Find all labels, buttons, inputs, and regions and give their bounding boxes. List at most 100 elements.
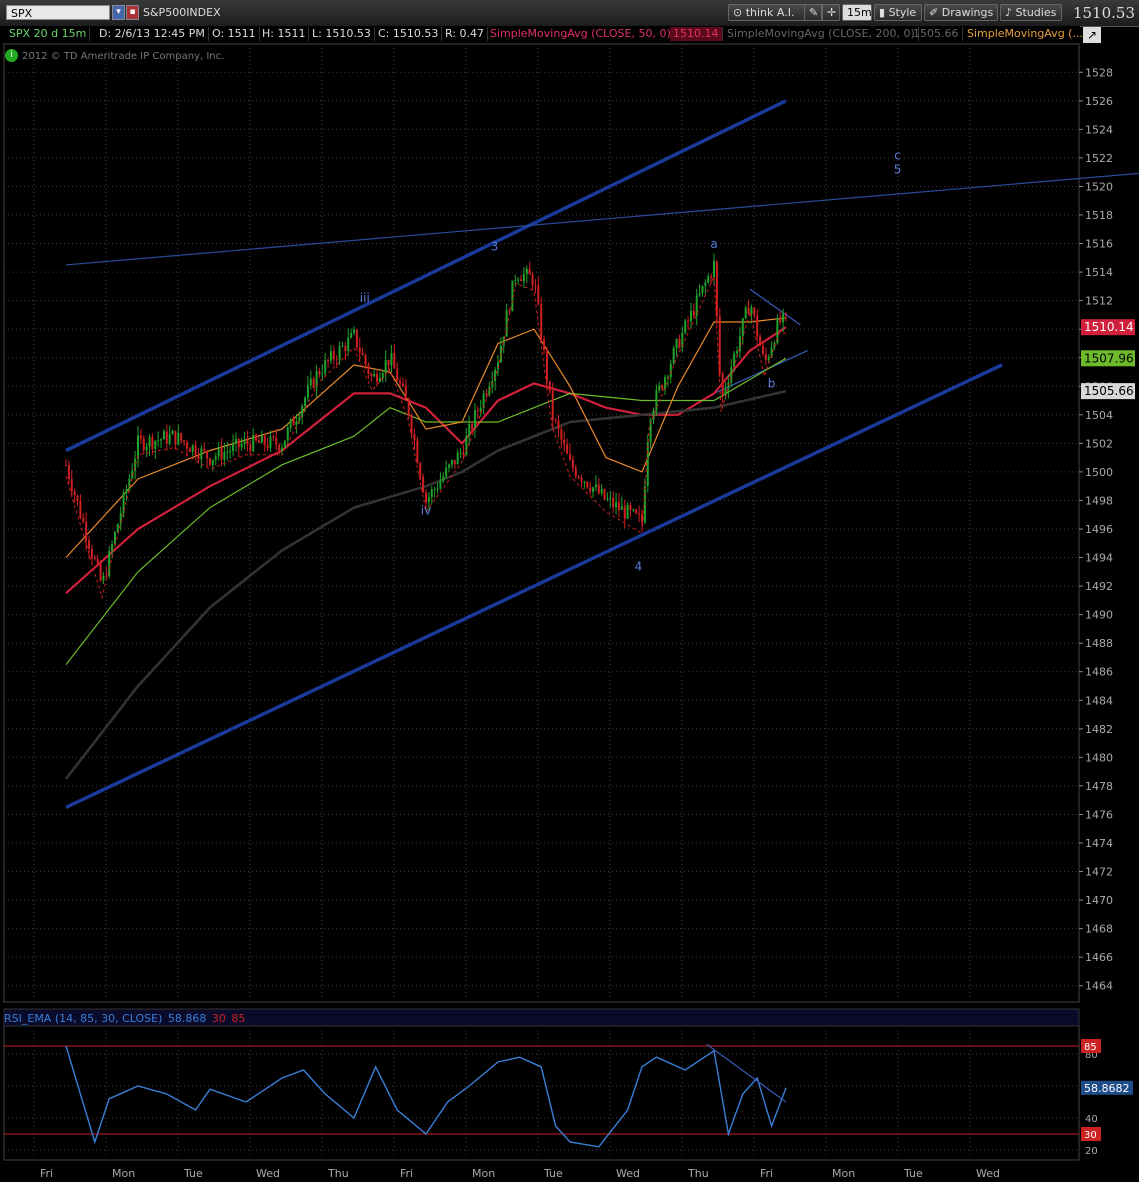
candle-body bbox=[603, 489, 606, 500]
candle-body bbox=[782, 313, 785, 323]
candle-body bbox=[698, 293, 701, 296]
candle-body bbox=[260, 435, 263, 443]
candle-body bbox=[678, 338, 681, 348]
candle-body bbox=[617, 502, 620, 510]
candle-body bbox=[761, 345, 764, 354]
sma-other-label: SimpleMovingAvg (... bbox=[967, 27, 1083, 40]
candle-body bbox=[767, 356, 770, 360]
candle-body bbox=[609, 498, 612, 500]
candle-body bbox=[96, 558, 99, 564]
sma200-label: SimpleMovingAvg (CLOSE, 200, 0) bbox=[724, 27, 919, 41]
rsi-oversold: 30 bbox=[211, 1012, 226, 1025]
candle-body bbox=[759, 336, 762, 346]
candle-body bbox=[174, 430, 177, 445]
candle-body bbox=[232, 443, 235, 452]
candle-body bbox=[459, 452, 462, 454]
candle-body bbox=[534, 284, 537, 286]
candle-body bbox=[448, 464, 451, 468]
candle-body bbox=[511, 280, 514, 312]
candle-body bbox=[522, 274, 525, 282]
price-tick-label: 1502 bbox=[1085, 437, 1113, 450]
candle-body bbox=[306, 385, 309, 398]
price-tick-label: 1478 bbox=[1085, 780, 1113, 793]
symbol-input[interactable]: SPX bbox=[6, 5, 110, 20]
interval-button[interactable]: 15m bbox=[842, 4, 872, 21]
candle-body bbox=[615, 502, 618, 508]
candle-body bbox=[672, 347, 675, 364]
candle-body bbox=[462, 452, 465, 456]
candle-body bbox=[710, 276, 713, 278]
x-tick-label: Wed bbox=[976, 1167, 1000, 1180]
candle-body bbox=[324, 359, 327, 374]
candle-body bbox=[770, 347, 773, 357]
tools-icon[interactable]: ✎ bbox=[804, 4, 822, 21]
symbol-dropdown-icon[interactable]: ▾ bbox=[112, 5, 125, 20]
x-tick-label: Mon bbox=[832, 1167, 855, 1180]
candle-body bbox=[191, 445, 194, 452]
candle-body bbox=[315, 371, 318, 388]
x-tick-label: Wed bbox=[616, 1167, 640, 1180]
price-tick-label: 1494 bbox=[1085, 552, 1113, 565]
candle-body bbox=[145, 446, 148, 451]
candle-body bbox=[476, 410, 479, 412]
candle-body bbox=[79, 500, 82, 518]
candle-body bbox=[508, 310, 511, 312]
drawings-button[interactable]: ✐ Drawings bbox=[924, 4, 998, 21]
candle-body bbox=[569, 453, 571, 460]
candle-body bbox=[750, 307, 753, 314]
candle-body bbox=[99, 563, 102, 581]
candle-body bbox=[255, 434, 258, 441]
candle-body bbox=[701, 285, 704, 294]
candle-body bbox=[223, 451, 226, 460]
studies-button[interactable]: ♪ Studies bbox=[1000, 4, 1062, 21]
x-tick-label: Thu bbox=[327, 1167, 349, 1180]
candle-body bbox=[358, 347, 361, 353]
candle-body bbox=[482, 393, 485, 408]
candle-body bbox=[229, 451, 232, 453]
candle-body bbox=[384, 359, 387, 374]
candle-body bbox=[689, 310, 692, 322]
candle-body bbox=[427, 497, 430, 502]
candle-body bbox=[652, 410, 655, 420]
candle-body bbox=[281, 447, 283, 451]
candle-body bbox=[355, 329, 358, 348]
crosshair-icon[interactable]: ✛ bbox=[822, 4, 840, 21]
price-tick-label: 1480 bbox=[1085, 751, 1113, 764]
price-axis-box bbox=[1081, 383, 1135, 400]
candle-body bbox=[142, 438, 145, 451]
company-logo-icon: i bbox=[5, 49, 18, 62]
rsi-value-box bbox=[1081, 1080, 1133, 1095]
x-tick-label: Tue bbox=[183, 1167, 203, 1180]
candle-body bbox=[139, 435, 142, 439]
candle-body bbox=[764, 353, 767, 360]
candle-body bbox=[168, 434, 171, 444]
dashed-average-line bbox=[65, 276, 787, 600]
auto-scroll-icon[interactable]: ↗ bbox=[1083, 27, 1101, 43]
price-chart[interactable]: iii iv 3 4 a b c5 Fri Mon Tue Wed Thu Fri Mon Tue Wed T… bbox=[0, 0, 1139, 1182]
candle-body bbox=[747, 307, 750, 314]
rsi-layer bbox=[4, 1043, 1079, 1148]
sma200-value: 1505.66 bbox=[910, 27, 963, 41]
candle-body bbox=[102, 575, 105, 581]
candle-body bbox=[298, 417, 301, 422]
candle-body bbox=[283, 440, 286, 448]
price-panel-frame bbox=[3, 43, 1080, 1003]
info-symbol-period: SPX 20 d 15m bbox=[6, 27, 91, 41]
rsi-bound-label: 85 bbox=[1084, 1042, 1097, 1053]
candle-body bbox=[226, 451, 229, 453]
link-icon[interactable]: ▪ bbox=[126, 5, 139, 20]
price-tick-label: 1512 bbox=[1085, 295, 1113, 308]
candle-body bbox=[249, 444, 252, 452]
candle-body bbox=[635, 509, 638, 514]
moving-average-line bbox=[64, 389, 787, 780]
candle-body bbox=[566, 444, 569, 454]
candle-body bbox=[309, 378, 312, 386]
candle-body bbox=[520, 279, 523, 282]
rsi-bound-box bbox=[1081, 1039, 1101, 1053]
candle-body bbox=[597, 484, 600, 494]
info-open: O: 1511 bbox=[209, 27, 260, 41]
rsi-bound-label: 30 bbox=[1084, 1130, 1097, 1141]
candle-body bbox=[286, 427, 289, 441]
style-button[interactable]: ▮ Style bbox=[874, 4, 922, 21]
candle-body bbox=[344, 345, 347, 352]
